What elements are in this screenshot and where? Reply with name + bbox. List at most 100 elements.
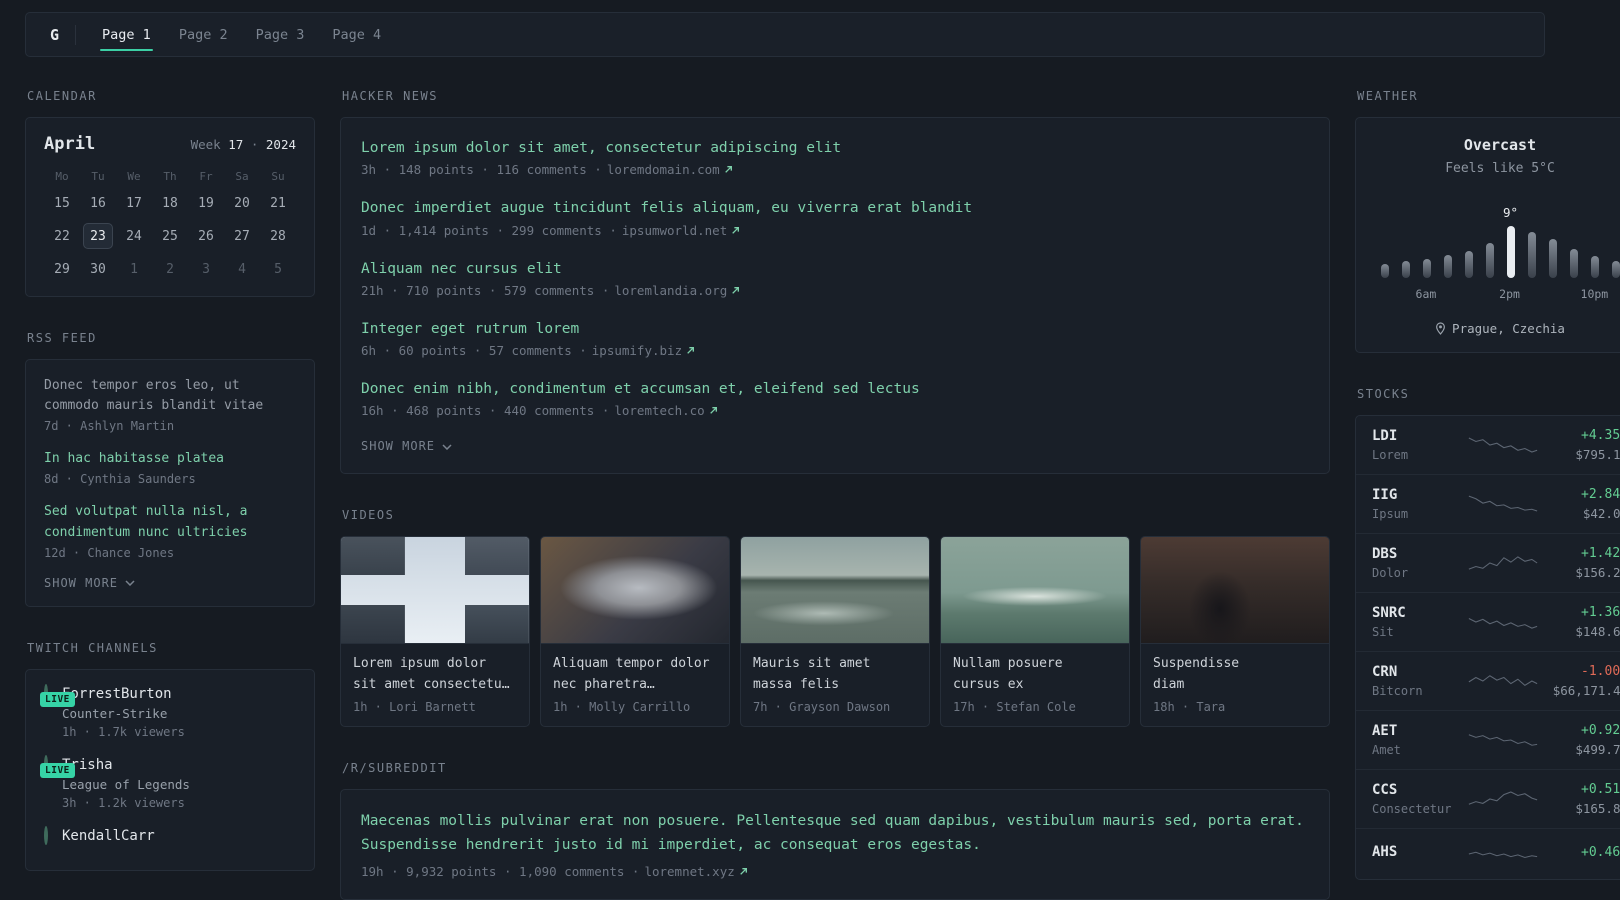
external-link-icon [739,868,747,876]
chevron-down-icon [442,444,452,450]
stock-sparkline [1468,437,1538,453]
video-card[interactable]: Aliquam tempor dolor nec pharetra… 1h · … [540,536,730,728]
rss-show-more-button[interactable]: SHOW MORE [44,576,296,590]
live-badge: LIVE [40,691,75,707]
hn-domain-link[interactable]: ipsumify.biz [592,343,695,358]
tab-page-1[interactable]: Page 1 [88,13,165,56]
video-meta: 1h · Molly Carrillo [553,700,691,715]
stock-symbol: AHS [1372,844,1398,860]
hn-story-link[interactable]: Donec imperdiet augue tincidunt felis al… [361,198,972,218]
topbar-divider [75,24,77,45]
stock-row[interactable]: CCS Consectetur +0.51% $165.84 [1356,769,1620,828]
hn-show-more-button[interactable]: SHOW MORE [361,439,1309,453]
rss-article-meta: 12d · Chance Jones [44,545,175,560]
subreddit-post-link[interactable]: Maecenas mollis pulvinar erat non posuer… [361,810,1309,858]
middle-column: HACKER NEWS Lorem ipsum dolor sit amet, … [340,89,1330,900]
weather-time-labels: 6am 2pm 10pm [1381,287,1620,303]
video-title: Lorem ipsum dolor sit amet consectetu… [353,656,510,692]
rss-article-link[interactable]: In hac habitasse platea [44,449,296,469]
stock-quote: -1.00% $66,171.48 [1553,664,1620,698]
channel-name: KendallCarr [62,827,155,844]
subreddit-post: Maecenas mollis pulvinar erat non posuer… [361,810,1309,879]
hn-meta: 21h · 710 points · 579 comments · loremla… [361,283,1309,298]
external-link-icon [709,407,717,415]
stock-row[interactable]: IIG Ipsum +2.84% $42.04 [1356,474,1620,533]
weather-bar [1548,239,1557,278]
calendar-weekday: Mo [55,170,69,183]
rss-article-link[interactable]: Donec tempor eros leo, ut commodo mauris… [44,376,296,416]
weather-chart: 9° 6am 2pm 10pm [1380,205,1620,303]
stock-row[interactable]: LDI Lorem +4.35% $795.18 [1356,416,1620,474]
calendar-day: 20 [234,195,250,211]
video-card[interactable]: Lorem ipsum dolor sit amet consectetu… 1… [340,536,530,728]
hn-meta: 16h · 468 points · 440 comments · loremte… [361,403,1309,418]
hn-story-link[interactable]: Aliquam nec cursus elit [361,259,562,279]
weather-location: Prague, Czechia [1372,321,1620,336]
stock-change: +0.51% [1581,782,1620,797]
weather-card: Overcast Feels like 5°C 9° 6am 2pm 10pm … [1355,117,1620,353]
stock-row[interactable]: CRN Bitcorn -1.00% $66,171.48 [1356,651,1620,710]
app-logo[interactable]: G [42,26,67,44]
hn-item: Lorem ipsum dolor sit amet, consectetur … [361,138,1309,177]
video-meta: 17h · Stefan Cole [953,700,1076,715]
hn-domain-link[interactable]: loremlandia.org [614,283,740,298]
video-card[interactable]: Nullam posuere cursus ex 17h · Stefan Co… [940,536,1130,728]
stock-symbol: CCS [1372,782,1398,798]
twitch-channel-row[interactable]: LIVE ForrestBurton Counter-Strike 1h · 1… [40,683,296,739]
hn-domain-link[interactable]: loremdomain.com [607,162,733,177]
stock-row[interactable]: AHS +0.46% [1356,828,1620,879]
calendar-week-info: Week 17 · 2024 [191,137,296,152]
rss-article-link[interactable]: Sed volutpat nulla nisl, a condimentum n… [44,502,296,542]
tab-page-4[interactable]: Page 4 [318,13,395,56]
hn-meta-text: 21h · 710 points · 579 comments · [361,282,610,298]
hn-item: Donec imperdiet augue tincidunt felis al… [361,198,1309,237]
hn-domain: loremdomain.com [606,162,720,178]
hn-story-link[interactable]: Integer eget rutrum lorem [361,319,579,339]
stock-price: $165.84 [1575,801,1620,816]
right-column: WEATHER Overcast Feels like 5°C 9° 6am 2… [1355,89,1620,900]
stock-quote: +4.35% $795.18 [1575,428,1620,462]
calendar-day: 29 [54,261,70,277]
post-domain: loremnet.xyz [644,864,735,880]
channel-meta: 3h · 1.2k viewers [62,795,185,810]
stock-symbol: CRN [1372,664,1398,680]
hn-item: Integer eget rutrum lorem 6h · 60 points… [361,319,1309,358]
weather-bar [1401,261,1410,278]
tab-page-2[interactable]: Page 2 [165,13,242,56]
stock-name: Lorem [1372,448,1409,462]
channel-info: Trisha League of Legends 3h · 1.2k viewe… [62,757,190,810]
stock-price: $42.04 [1582,506,1620,521]
calendar-day: 4 [238,261,246,277]
tab-page-3[interactable]: Page 3 [242,13,319,56]
stock-row[interactable]: AET Amet +0.92% $499.72 [1356,710,1620,769]
calendar-day: 1 [130,261,138,277]
video-thumbnail [541,537,729,645]
calendar-header: April Week 17 · 2024 [44,134,296,154]
channel-info: ForrestBurton Counter-Strike 1h · 1.7k v… [62,686,185,739]
calendar-day: 2 [166,261,174,277]
stock-row[interactable]: SNRC Sit +1.36% $148.64 [1356,592,1620,651]
calendar-day: 17 [126,195,142,211]
hn-story-link[interactable]: Lorem ipsum dolor sit amet, consectetur … [361,138,841,158]
calendar-day: 28 [270,228,286,244]
channel-name: Trisha [62,756,113,773]
hn-domain-link[interactable]: ipsumworld.net [622,223,740,238]
stock-price: $156.28 [1575,565,1620,580]
stock-row[interactable]: DBS Dolor +1.42% $156.28 [1356,533,1620,592]
calendar-weekday: Fr [199,170,213,183]
stock-change: +4.35% [1581,428,1620,443]
stock-change: +0.46% [1581,844,1620,860]
avatar [44,825,48,845]
post-domain-link[interactable]: loremnet.xyz [644,864,747,879]
video-card[interactable]: Mauris sit amet massa felis 7h · Grayson… [740,536,930,728]
hn-story-link[interactable]: Donec enim nibh, condimentum et accumsan… [361,379,920,399]
channel-info: KendallCarr [62,828,155,848]
twitch-channel-row[interactable]: LIVE Trisha League of Legends 3h · 1.2k … [40,754,296,810]
stock-name: Sit [1372,625,1394,639]
twitch-channel-row[interactable]: KendallCarr [44,825,296,848]
video-meta: 1h · Lori Barnett [353,700,476,715]
stock-name: Ipsum [1372,507,1409,521]
video-card[interactable]: Suspendisse diam 18h · Tara [1140,536,1330,728]
calendar-card: April Week 17 · 2024 Mo Tu We Th Fr Sa S… [25,117,315,297]
hn-domain-link[interactable]: loremtech.co [614,403,717,418]
